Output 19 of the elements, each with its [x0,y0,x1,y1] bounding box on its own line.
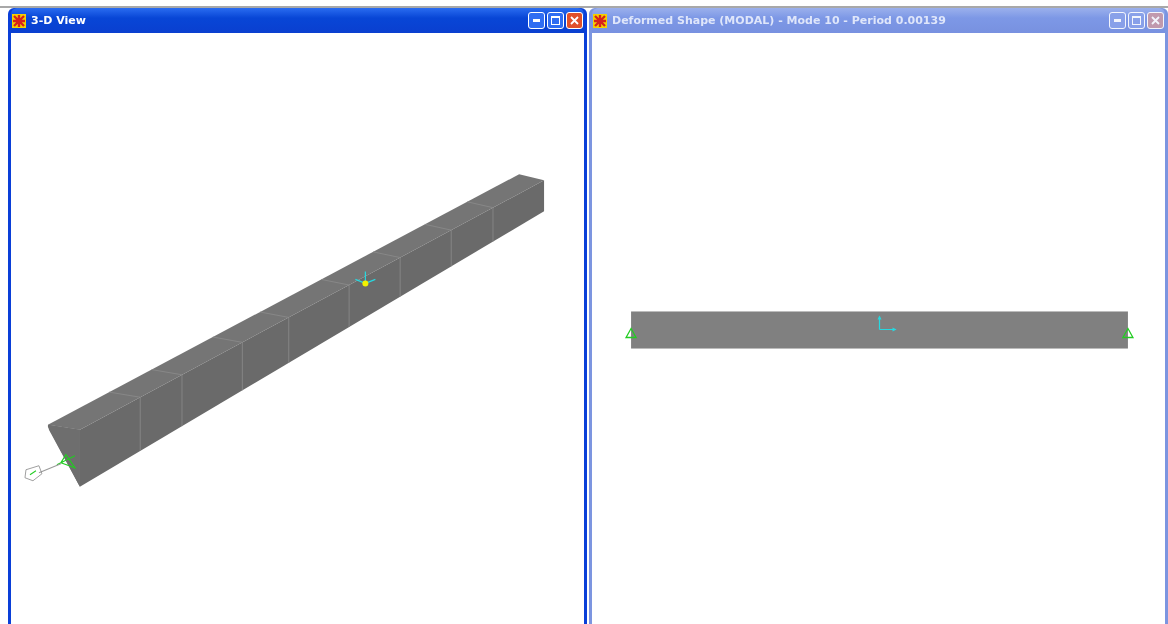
support-icon [56,454,77,469]
maximize-icon [551,16,560,25]
close-icon [570,16,579,25]
app-icon [593,13,607,28]
global-axes-icon [24,463,62,482]
window-title: 3-D View [31,14,87,27]
window-title: Deformed Shape (MODAL) - Mode 10 - Period 0.00139 [612,14,947,27]
app-icon [12,13,26,28]
maximize-button[interactable] [547,12,564,29]
close-button[interactable] [566,12,583,29]
close-icon [1151,16,1160,25]
maximize-button[interactable] [1128,12,1145,29]
minimize-button[interactable] [1109,12,1126,29]
minimize-icon [533,19,540,22]
close-button[interactable] [1147,12,1164,29]
maximize-icon [1132,16,1141,25]
minimize-button[interactable] [528,12,545,29]
minimize-icon [1114,19,1121,22]
axis-triad-icon [354,270,376,287]
